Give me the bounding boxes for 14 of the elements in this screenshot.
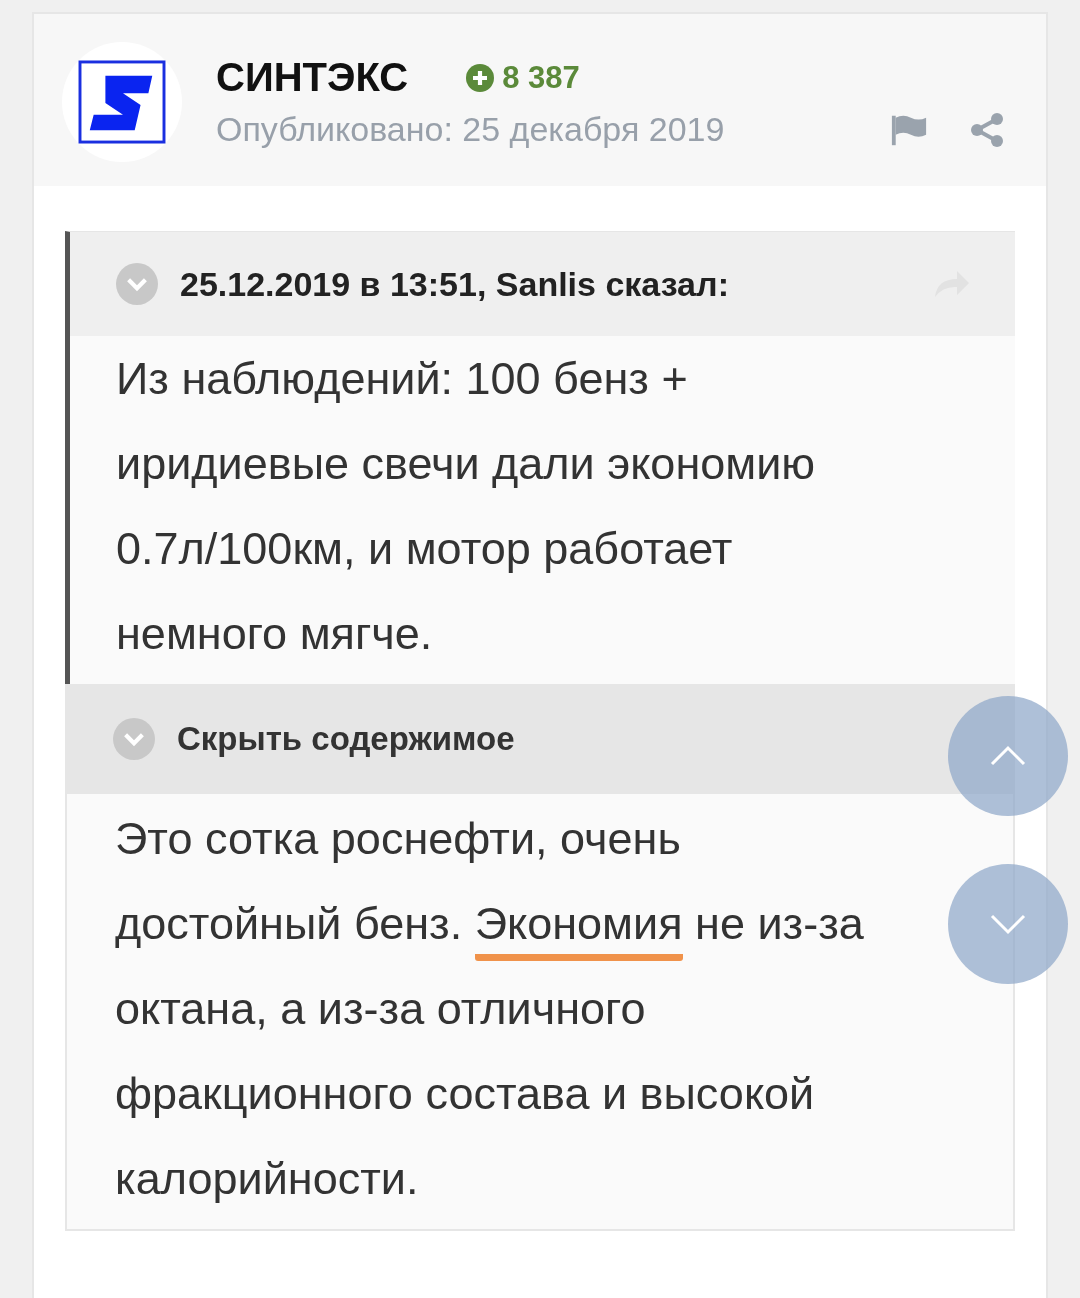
chevron-up-icon: [988, 744, 1028, 768]
publish-date: Опубликовано: 25 декабря 2019: [216, 110, 726, 149]
author-name[interactable]: СИНТЭКС: [216, 55, 409, 100]
share-icon[interactable]: [968, 112, 1006, 147]
spoiler-header[interactable]: Скрыть содержимое: [67, 684, 1013, 794]
plus-icon: [466, 63, 495, 92]
chevron-down-icon: [988, 912, 1028, 936]
quote-text: Из наблюдений: 100 бенз + иридиевые свечи дали экономию 0.7л/100км, и мотор работает немного мягче.: [115, 352, 817, 661]
reputation-count: 8 387: [502, 59, 580, 96]
chevron-icon: [113, 718, 155, 760]
quote-author: 25.12.2019 в 13:51, Sanlis сказал:: [180, 264, 730, 304]
chevron-icon[interactable]: [116, 263, 158, 305]
reply-text: Это сотка роснефти, очень достойный бенз. Экономия не из-за октана, а из-за отличного фракционного состава и высокой калорийности.: [114, 812, 865, 1206]
logo-icon: [78, 60, 166, 144]
